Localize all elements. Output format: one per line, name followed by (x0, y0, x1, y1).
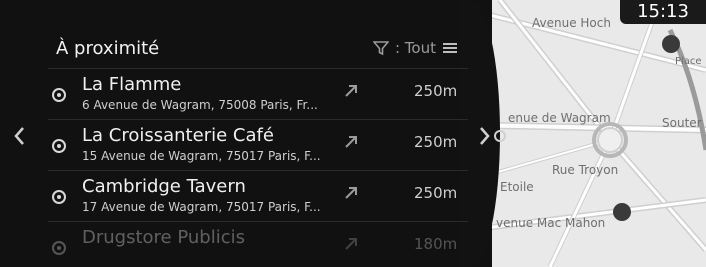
direction-arrow-icon (345, 187, 357, 199)
list-icon[interactable] (442, 41, 458, 55)
poi-name: Drugstore Publicis (82, 227, 245, 248)
direction-arrow-icon (345, 85, 357, 97)
filter-control[interactable]: : Tout (372, 39, 458, 57)
poi-address: 17 Avenue de Wagram, 75017 Paris, F... (82, 200, 321, 214)
row-divider (48, 221, 468, 222)
poi-name: La Flamme (82, 74, 182, 95)
poi-distance: 250m (414, 82, 458, 100)
row-divider (48, 119, 468, 120)
map-label-place: Place (675, 56, 702, 67)
filter-label[interactable]: : Tout (395, 39, 436, 57)
radio-icon (52, 139, 66, 153)
chevron-right-icon[interactable] (474, 124, 494, 148)
radio-icon (52, 241, 66, 255)
row-divider (48, 170, 468, 171)
poi-distance: 180m (414, 235, 458, 253)
map-label-souter: Souter (662, 116, 702, 130)
header-divider (48, 68, 468, 69)
poi-distance: 250m (414, 133, 458, 151)
map-label-etoile: Etoile (500, 180, 534, 194)
radio-icon (52, 190, 66, 204)
poi-address: 15 Avenue de Wagram, 75017 Paris, F... (82, 149, 321, 163)
page-title: À proximité (56, 38, 160, 59)
poi-name: Cambridge Tavern (82, 176, 246, 197)
map-label-wagram: enue de Wagram (508, 111, 611, 125)
clock: 15:13 (620, 0, 706, 24)
map-label-troyon: Rue Troyon (552, 163, 619, 177)
direction-arrow-icon (345, 238, 357, 250)
radio-icon (52, 88, 66, 102)
list-item[interactable]: La Croissanterie Café 15 Avenue de Wagra… (48, 125, 468, 171)
poi-distance: 250m (414, 184, 458, 202)
list-item[interactable]: Cambridge Tavern 17 Avenue de Wagram, 75… (48, 176, 468, 222)
poi-name: La Croissanterie Café (82, 125, 274, 146)
chevron-left-icon[interactable] (10, 124, 30, 148)
funnel-icon[interactable] (372, 40, 389, 56)
list-item[interactable]: La Flamme 6 Avenue de Wagram, 75008 Pari… (48, 74, 468, 120)
list-item[interactable]: Drugstore Publicis 180m (48, 227, 468, 267)
direction-arrow-icon (345, 136, 357, 148)
map-label-macmahon: venue Mac Mahon (496, 216, 606, 230)
panel-header: À proximité : Tout (56, 38, 470, 64)
map-handle-icon[interactable] (494, 130, 506, 142)
infotainment-screen: Avenue Hoch enue de Wagram Souter Rue Tr… (0, 0, 706, 267)
poi-address: 6 Avenue de Wagram, 75008 Paris, Fr... (82, 98, 318, 112)
map-label-hoche: Avenue Hoch (532, 16, 611, 30)
